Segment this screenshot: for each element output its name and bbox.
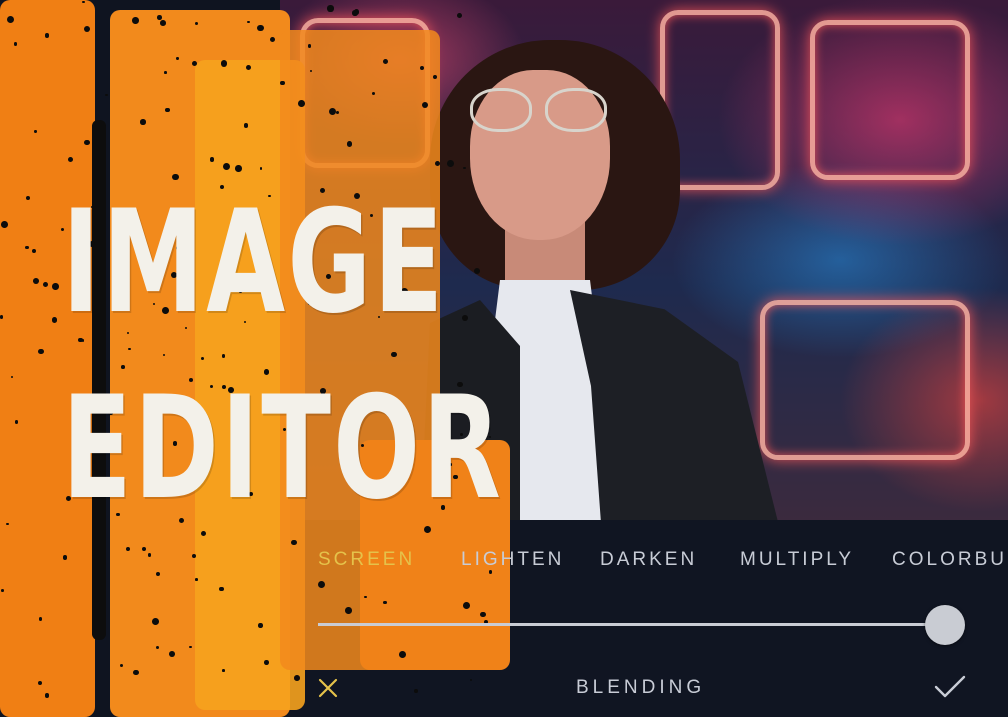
close-icon[interactable] bbox=[314, 674, 342, 702]
glasses-left-lens bbox=[470, 88, 532, 132]
brush-speck bbox=[258, 623, 263, 628]
brush-speck bbox=[195, 578, 198, 581]
brush-speck bbox=[37, 680, 42, 686]
brush-speck bbox=[14, 420, 19, 424]
brush-speck bbox=[383, 600, 387, 605]
brush-speck bbox=[188, 645, 192, 649]
brush-speck bbox=[132, 17, 139, 24]
brush-speck bbox=[264, 660, 269, 665]
brush-speck bbox=[345, 607, 352, 614]
brush-speck bbox=[52, 283, 59, 290]
tab-multiply[interactable]: MULTIPLY bbox=[740, 549, 854, 571]
brush-speck bbox=[280, 80, 285, 86]
brush-speck bbox=[191, 553, 196, 558]
brush-speck bbox=[159, 20, 166, 26]
brush-speck bbox=[446, 160, 454, 168]
brush-speck bbox=[352, 10, 358, 16]
brush-speck bbox=[38, 616, 43, 621]
brush-speck bbox=[155, 645, 159, 650]
brush-speck bbox=[222, 668, 225, 672]
blend-opacity-slider[interactable] bbox=[318, 623, 938, 626]
brush-speck bbox=[335, 110, 340, 114]
brush-speck bbox=[140, 119, 146, 125]
brush-speck bbox=[307, 44, 312, 48]
brush-speck bbox=[133, 669, 140, 676]
tab-darken[interactable]: DARKEN bbox=[600, 549, 697, 571]
brush-speck bbox=[45, 33, 50, 38]
brush-speck bbox=[222, 162, 230, 170]
brush-speck bbox=[34, 130, 37, 133]
brush-speck bbox=[220, 60, 227, 67]
brush-speck bbox=[414, 689, 418, 693]
brush-speck bbox=[259, 167, 263, 170]
neon-sign-right bbox=[810, 20, 970, 180]
title-line-2: EDITOR bbox=[62, 366, 504, 531]
brush-speck bbox=[297, 100, 305, 108]
brush-speck bbox=[0, 221, 8, 228]
brush-speck bbox=[462, 314, 469, 321]
brush-speck bbox=[62, 555, 67, 560]
brush-speck bbox=[168, 651, 175, 657]
brush-stroke-left bbox=[0, 0, 95, 717]
tab-colorburn[interactable]: COLORBU bbox=[892, 549, 1007, 571]
tab-lighten[interactable]: LIGHTEN bbox=[461, 549, 564, 571]
brush-speck bbox=[469, 678, 472, 682]
brush-speck bbox=[391, 351, 397, 358]
neon-sign-bottom bbox=[760, 300, 970, 460]
brush-speck bbox=[456, 13, 462, 19]
brush-speck bbox=[309, 69, 312, 72]
brush-speck bbox=[38, 348, 44, 355]
brush-speck bbox=[128, 347, 131, 350]
brush-speck bbox=[105, 93, 108, 97]
brush-speck bbox=[209, 157, 215, 162]
brush-speck bbox=[148, 553, 152, 557]
glasses-right-lens bbox=[545, 88, 607, 132]
brush-speck bbox=[151, 618, 159, 625]
brush-speck bbox=[44, 693, 49, 698]
check-icon[interactable] bbox=[932, 672, 968, 702]
image-editor-screen: IMAGE EDITOR SCREEN LIGHTEN DARKEN MULTI… bbox=[0, 0, 1008, 717]
brush-speck bbox=[176, 57, 179, 60]
brush-speck bbox=[247, 20, 250, 24]
brush-speck bbox=[6, 522, 10, 526]
brush-speck bbox=[221, 354, 225, 358]
title-line-1: IMAGE bbox=[62, 180, 446, 345]
tab-screen[interactable]: SCREEN bbox=[318, 549, 415, 571]
brush-speck bbox=[421, 101, 428, 109]
slider-handle[interactable] bbox=[925, 605, 965, 645]
blending-title: BLENDING bbox=[576, 677, 706, 698]
brush-speck bbox=[327, 5, 334, 12]
brush-speck bbox=[317, 580, 325, 588]
brush-speck bbox=[294, 675, 300, 681]
brush-speck bbox=[165, 107, 170, 113]
brush-speck bbox=[235, 165, 242, 172]
brush-speck bbox=[164, 71, 167, 74]
brush-speck bbox=[157, 15, 163, 20]
